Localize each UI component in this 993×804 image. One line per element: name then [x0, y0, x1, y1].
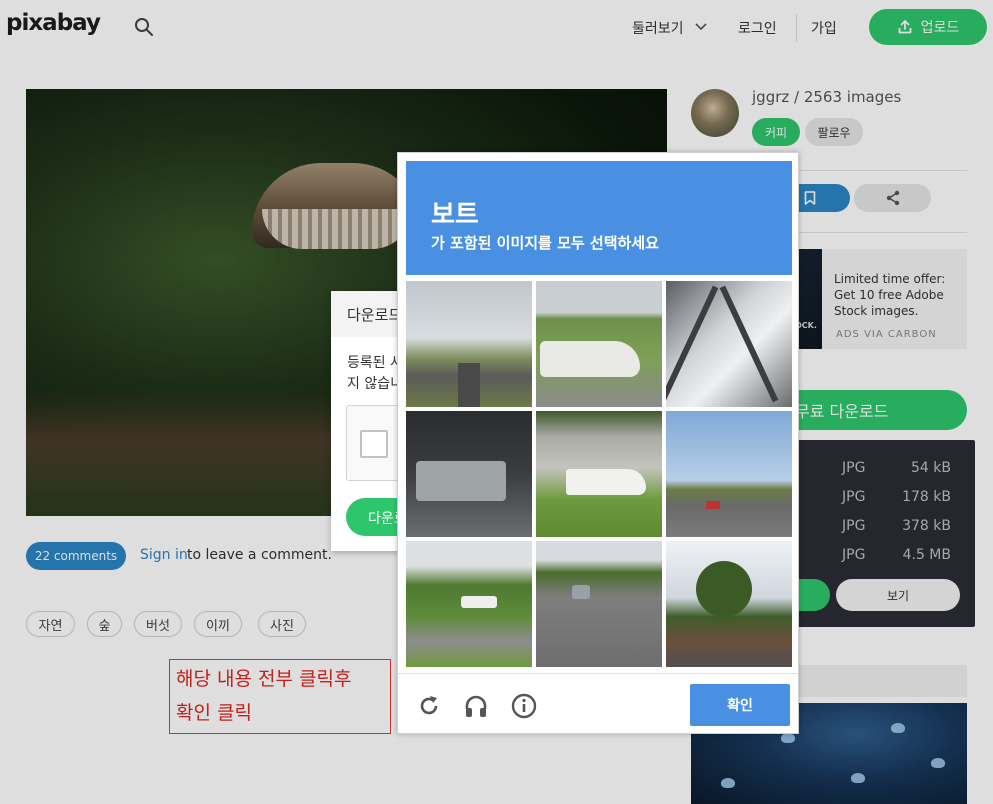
bridge-beam	[719, 285, 779, 403]
captcha-tile[interactable]	[536, 541, 662, 667]
boat-shape	[566, 469, 646, 495]
captcha-footer-divider	[398, 673, 798, 674]
boat-shape	[540, 341, 640, 377]
palm-tree-shape	[696, 561, 752, 617]
refresh-icon[interactable]	[416, 693, 442, 719]
captcha-tile[interactable]	[406, 411, 532, 537]
captcha-tile[interactable]	[406, 281, 532, 407]
captcha-instruction: 가 포함된 이미지를 모두 선택하세요	[431, 234, 659, 252]
captcha-challenge: 보트 가 포함된 이미지를 모두 선택하세요 확인	[397, 152, 799, 734]
captcha-tile[interactable]	[536, 411, 662, 537]
info-icon[interactable]	[511, 693, 537, 719]
verify-button[interactable]: 확인	[690, 684, 790, 726]
recaptcha-checkbox[interactable]	[360, 430, 388, 458]
bridge-beam	[666, 285, 719, 403]
road-shape	[458, 363, 480, 407]
captcha-tile[interactable]	[666, 411, 792, 537]
captcha-tile[interactable]	[406, 541, 532, 667]
headphones-icon[interactable]	[463, 693, 489, 719]
captcha-header: 보트 가 포함된 이미지를 모두 선택하세요	[406, 161, 792, 275]
vehicle-shape	[416, 461, 506, 501]
captcha-tile[interactable]	[536, 281, 662, 407]
captcha-tile[interactable]	[666, 541, 792, 667]
captcha-target-word: 보트	[431, 200, 479, 230]
car-shape	[461, 596, 497, 608]
car-shape	[706, 501, 720, 509]
popup-title: 다운로드	[347, 306, 403, 324]
captcha-tile[interactable]	[666, 281, 792, 407]
car-shape	[572, 585, 590, 599]
